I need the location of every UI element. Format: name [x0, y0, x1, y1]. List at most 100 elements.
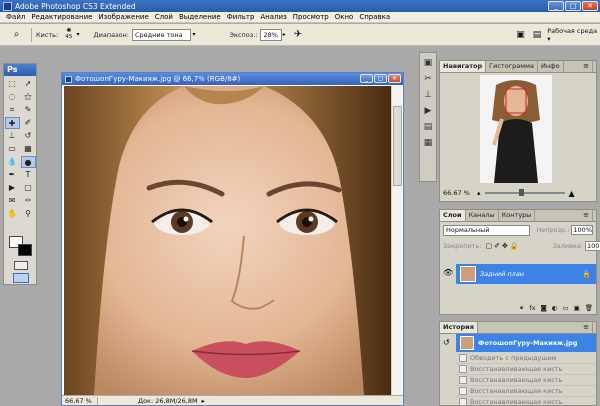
range-select[interactable]: Средние тона	[131, 28, 192, 41]
hand-tool-icon[interactable]: ✋	[5, 208, 20, 220]
navigator-preview[interactable]	[480, 75, 552, 183]
palette-well-icon[interactable]: ▣	[516, 30, 525, 40]
opacity-field[interactable]: 100%	[571, 225, 593, 235]
layer-comps-icon[interactable]: ▤	[421, 121, 435, 133]
clone-source-icon[interactable]: ⊥	[421, 89, 435, 101]
layer-row-background[interactable]: Задний план 🔒	[456, 264, 596, 284]
fill-field[interactable]: 100%	[585, 241, 600, 251]
scrollbar-thumb[interactable]	[393, 106, 402, 186]
history-item[interactable]: Восстанавливающая кисть	[456, 364, 596, 375]
lock-pixels-icon[interactable]: ✐	[494, 242, 500, 250]
new-group-icon[interactable]: ▭	[562, 304, 568, 312]
image-canvas[interactable]	[64, 86, 391, 395]
path-selection-tool-icon[interactable]: ▶	[5, 182, 20, 194]
tab-info[interactable]: Инфо	[538, 61, 564, 72]
layer-style-icon[interactable]: fx	[529, 304, 535, 312]
menu-image[interactable]: Изображение	[95, 13, 151, 21]
range-dropdown-icon[interactable]: ▾	[192, 31, 195, 38]
maximize-button[interactable]: □	[565, 1, 581, 11]
exposure-field[interactable]: 28%	[260, 28, 282, 41]
marquee-tool-icon[interactable]: ⬚	[5, 78, 20, 90]
navigator-zoom-slider[interactable]	[484, 189, 565, 196]
zoom-in-icon[interactable]: ▲	[569, 189, 575, 198]
menu-edit[interactable]: Редактирование	[28, 13, 95, 21]
tab-navigator[interactable]: Навигатор	[440, 61, 487, 72]
menu-filter[interactable]: Фильтр	[224, 13, 258, 21]
zoom-tool-icon[interactable]: ⚲	[21, 208, 36, 220]
lasso-tool-icon[interactable]: ◌	[5, 91, 20, 103]
menu-layer[interactable]: Слой	[152, 13, 176, 21]
delete-layer-icon[interactable]: 🗑	[585, 304, 593, 312]
tab-paths[interactable]: Контуры	[499, 210, 536, 221]
blur-tool-icon[interactable]: 💧	[5, 156, 20, 168]
quick-mask-icon[interactable]	[14, 261, 28, 270]
navigator-zoom-value[interactable]: 66.67 %	[443, 189, 477, 197]
history-item[interactable]: Восстанавливающая кисть	[456, 386, 596, 397]
close-button[interactable]: ✕	[582, 1, 598, 11]
history-item[interactable]: Восстанавливающая кисть	[456, 397, 596, 406]
history-item[interactable]: Обводить с предыдущим	[456, 353, 596, 364]
document-title-bar[interactable]: ФотошопГуру-Макияж.jpg @ 66,7% (RGB/8#) …	[62, 73, 403, 85]
brushes-panel-icon[interactable]: ▣	[421, 57, 435, 69]
doc-close-button[interactable]: ✕	[388, 74, 401, 83]
link-layers-icon[interactable]: ⚭	[519, 304, 524, 312]
panel-menu-icon[interactable]: ≡	[580, 61, 593, 72]
menu-help[interactable]: Справка	[356, 13, 393, 21]
swatches-panel-icon[interactable]: ▦	[421, 137, 435, 149]
healing-brush-tool-icon[interactable]: ✚	[4, 117, 20, 129]
shape-tool-icon[interactable]: ▢	[21, 182, 36, 194]
screen-mode-icon[interactable]	[13, 273, 29, 283]
tool-preset-icon[interactable]: ⌕	[6, 28, 27, 42]
notes-tool-icon[interactable]: ✉	[5, 195, 20, 207]
lock-transparency-icon[interactable]: ▢	[485, 242, 492, 250]
adjustment-layer-icon[interactable]: ◐	[552, 304, 558, 312]
crop-tool-icon[interactable]: ⌗	[5, 104, 20, 116]
vertical-scrollbar[interactable]	[391, 86, 402, 395]
blend-mode-select[interactable]: Нормальный	[443, 224, 531, 236]
eraser-tool-icon[interactable]: ▭	[5, 143, 20, 155]
airbrush-icon[interactable]: ✈	[294, 29, 302, 40]
clone-stamp-tool-icon[interactable]: ⊥	[5, 130, 20, 142]
brush-dropdown-icon[interactable]: ▾	[77, 31, 80, 38]
actions-panel-icon[interactable]: ▶	[421, 105, 435, 117]
menu-file[interactable]: Файл	[3, 13, 28, 21]
layer-visibility-icon[interactable]: 👁	[443, 268, 453, 277]
tab-histogram[interactable]: Гистограмма	[486, 61, 539, 72]
exposure-dropdown-icon[interactable]: ▸	[283, 31, 286, 38]
background-color-swatch[interactable]	[18, 244, 32, 256]
menu-select[interactable]: Выделение	[176, 13, 224, 21]
layer-mask-icon[interactable]: ◙	[540, 304, 546, 312]
slice-tool-icon[interactable]: ✎	[21, 104, 36, 116]
lock-all-icon[interactable]: 🔒	[510, 242, 519, 250]
history-menu-icon[interactable]: ≡	[580, 322, 593, 333]
minimize-button[interactable]: _	[548, 1, 564, 11]
type-tool-icon[interactable]: T	[21, 169, 36, 181]
workspace-menu[interactable]: Рабочая среда ▾	[547, 27, 600, 43]
move-tool-icon[interactable]: ➚	[21, 78, 36, 90]
tool-presets-icon[interactable]: ✂	[421, 73, 435, 85]
zoom-slider-thumb[interactable]	[518, 189, 524, 196]
menu-analysis[interactable]: Анализ	[257, 13, 289, 21]
bridge-icon[interactable]: ▤	[533, 30, 542, 40]
history-item[interactable]: Восстанавливающая кисть	[456, 375, 596, 386]
history-brush-tool-icon[interactable]: ↺	[21, 130, 36, 142]
tab-layers[interactable]: Слои	[440, 210, 466, 221]
tab-channels[interactable]: Каналы	[466, 210, 499, 221]
new-layer-icon[interactable]: ▣	[574, 304, 580, 312]
menu-window[interactable]: Окно	[332, 13, 357, 21]
tab-history[interactable]: История	[440, 322, 478, 333]
zoom-level[interactable]: 66,67 %	[62, 396, 98, 405]
pen-tool-icon[interactable]: ✒	[5, 169, 20, 181]
brush-picker[interactable]: ✱ 45	[61, 28, 76, 41]
dodge-tool-icon[interactable]: ●	[20, 156, 36, 168]
eyedropper-tool-icon[interactable]: ✑	[21, 195, 36, 207]
zoom-out-icon[interactable]: ▴	[477, 189, 481, 197]
lock-position-icon[interactable]: ✥	[502, 242, 508, 250]
status-menu-icon[interactable]: ▸	[202, 397, 205, 405]
layers-menu-icon[interactable]: ≡	[580, 210, 593, 221]
doc-minimize-button[interactable]: _	[360, 74, 373, 83]
history-brush-source-icon[interactable]: ↺	[443, 338, 450, 347]
brush-tool-icon[interactable]: ✐	[21, 117, 36, 129]
menu-view[interactable]: Просмотр	[290, 13, 332, 21]
history-snapshot[interactable]: ФотошопГуру-Макияж.jpg	[456, 334, 596, 352]
